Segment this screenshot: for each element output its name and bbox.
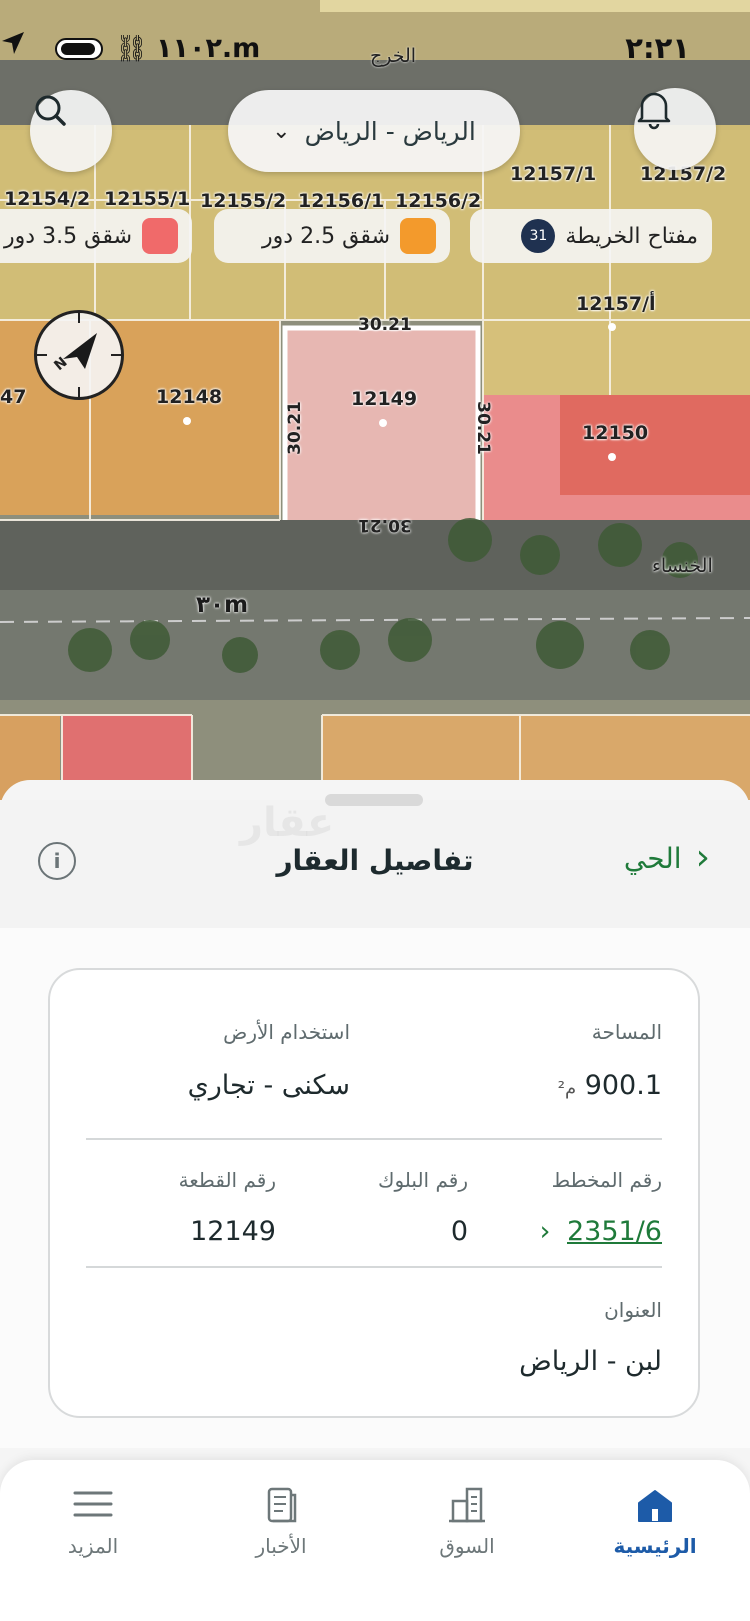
search-icon [35, 95, 66, 126]
plot-label: 12148 [156, 386, 223, 408]
bell-icon [637, 92, 671, 130]
notifications-button[interactable] [634, 88, 716, 170]
status-street-label: الخرج [370, 45, 417, 67]
chevron-right-icon: › [695, 837, 710, 878]
nav-more-label: المزيد [67, 1534, 119, 1558]
plan-number-value: 2351/6 [567, 1216, 662, 1247]
legend-label: شقق 2.5 دور [262, 223, 390, 249]
city-selector[interactable]: ⌄ الرياض - الرياض [228, 90, 520, 172]
district-link-label: الحي [623, 841, 682, 875]
compass-icon: N [37, 313, 121, 397]
plot-label: 12150 [582, 422, 649, 444]
status-bar: ⛓ ١١٠٢.m الخرج ٢:٢١ [0, 30, 750, 74]
nav-news[interactable]: الأخبار [206, 1482, 356, 1558]
nav-market[interactable]: السوق [392, 1482, 542, 1558]
map-key-count-badge: 31 [521, 219, 556, 253]
search-button[interactable] [30, 90, 112, 172]
sheet-header: عقار i تفاصيل العقار الحي › [0, 800, 750, 928]
battery-icon [55, 38, 103, 60]
area-value: 900.1 م² [558, 1070, 662, 1101]
status-time: ٢:٢١ [625, 31, 690, 65]
map-key-label: مفتاح الخريطة [565, 223, 698, 249]
drag-handle[interactable] [325, 794, 423, 806]
plot-dimension-left: 30.21 [284, 401, 305, 455]
area-unit: م² [557, 1078, 577, 1099]
block-number-value: 0 [450, 1216, 468, 1247]
street-name-label: الخنساء [652, 555, 713, 577]
nav-news-label: الأخبار [255, 1534, 307, 1558]
street-width-label: ٣٠m [196, 592, 249, 618]
building-icon [449, 1487, 485, 1523]
news-icon [267, 1487, 297, 1523]
legend-item-apartments-3-5[interactable]: شقق 3.5 دور [0, 209, 192, 263]
plot-label: 12157/1 [510, 163, 597, 185]
plot-label: 12154/2 [4, 188, 91, 210]
home-icon [638, 1490, 672, 1522]
plot-label-selected[interactable]: 12149 [351, 388, 417, 410]
nav-market-label: السوق [439, 1534, 495, 1558]
divider [86, 1138, 662, 1140]
address-label: العنوان [604, 1298, 662, 1322]
area-label: المساحة [591, 1020, 662, 1044]
chevron-left-icon: ‹ [539, 1216, 551, 1247]
property-card: المساحة 900.1 م² استخدام الأرض سكنى - تج… [48, 968, 700, 1418]
compass-button[interactable]: N [34, 310, 124, 400]
link-icon: ⛓ [115, 34, 149, 64]
district-link[interactable]: الحي › [624, 840, 710, 876]
plot-number-value: 12149 [190, 1216, 276, 1247]
land-use-label: استخدام الأرض [223, 1020, 350, 1044]
legend-item-apartments-2-5[interactable]: شقق 2.5 دور [214, 209, 450, 263]
legend-swatch [142, 218, 178, 254]
nav-home[interactable]: الرئيسية [580, 1482, 730, 1558]
plan-number-link[interactable]: 2351/6 ‹ [540, 1216, 662, 1247]
sheet-content: المساحة 900.1 م² استخدام الأرض سكنى - تج… [0, 928, 750, 1448]
plot-label: 12155/1 [104, 188, 191, 210]
location-arrow-icon [2, 32, 24, 54]
block-number-label: رقم البلوك [377, 1168, 468, 1192]
city-selector-label: الرياض - الرياض [304, 116, 476, 146]
divider [86, 1266, 662, 1268]
bottom-navigation: الرئيسية السوق الأخبار المزيد [0, 1460, 750, 1621]
nav-more[interactable]: المزيد [18, 1482, 168, 1558]
land-use-value: سكنى - تجاري [187, 1070, 350, 1101]
legend-swatch [400, 218, 436, 254]
plot-number-label: رقم القطعة [178, 1168, 276, 1192]
plot-dimension-right: 30.21 [472, 401, 493, 455]
address-value: لبن - الرياض [519, 1346, 662, 1377]
map-key-button[interactable]: مفتاح الخريطة 31 [470, 209, 712, 263]
status-speed: ١١٠٢.m [156, 33, 261, 64]
area-number: 900.1 [584, 1070, 662, 1101]
chevron-down-icon: ⌄ [272, 118, 291, 144]
map-view[interactable]: 12154/2 12155/1 12155/2 12156/1 12156/2 … [0, 0, 750, 800]
menu-icon [73, 1491, 113, 1517]
plot-dimension-bottom: 30.21 [358, 515, 412, 535]
legend-label: شقق 3.5 دور [4, 223, 132, 249]
plot-dimension-top: 30.21 [358, 315, 412, 335]
plot-label: 12157/أ [576, 293, 656, 315]
plot-label: 47 [0, 386, 27, 408]
plan-number-label: رقم المخطط [551, 1168, 662, 1192]
watermark-logo: عقار [240, 800, 335, 846]
nav-home-label: الرئيسية [613, 1534, 697, 1558]
